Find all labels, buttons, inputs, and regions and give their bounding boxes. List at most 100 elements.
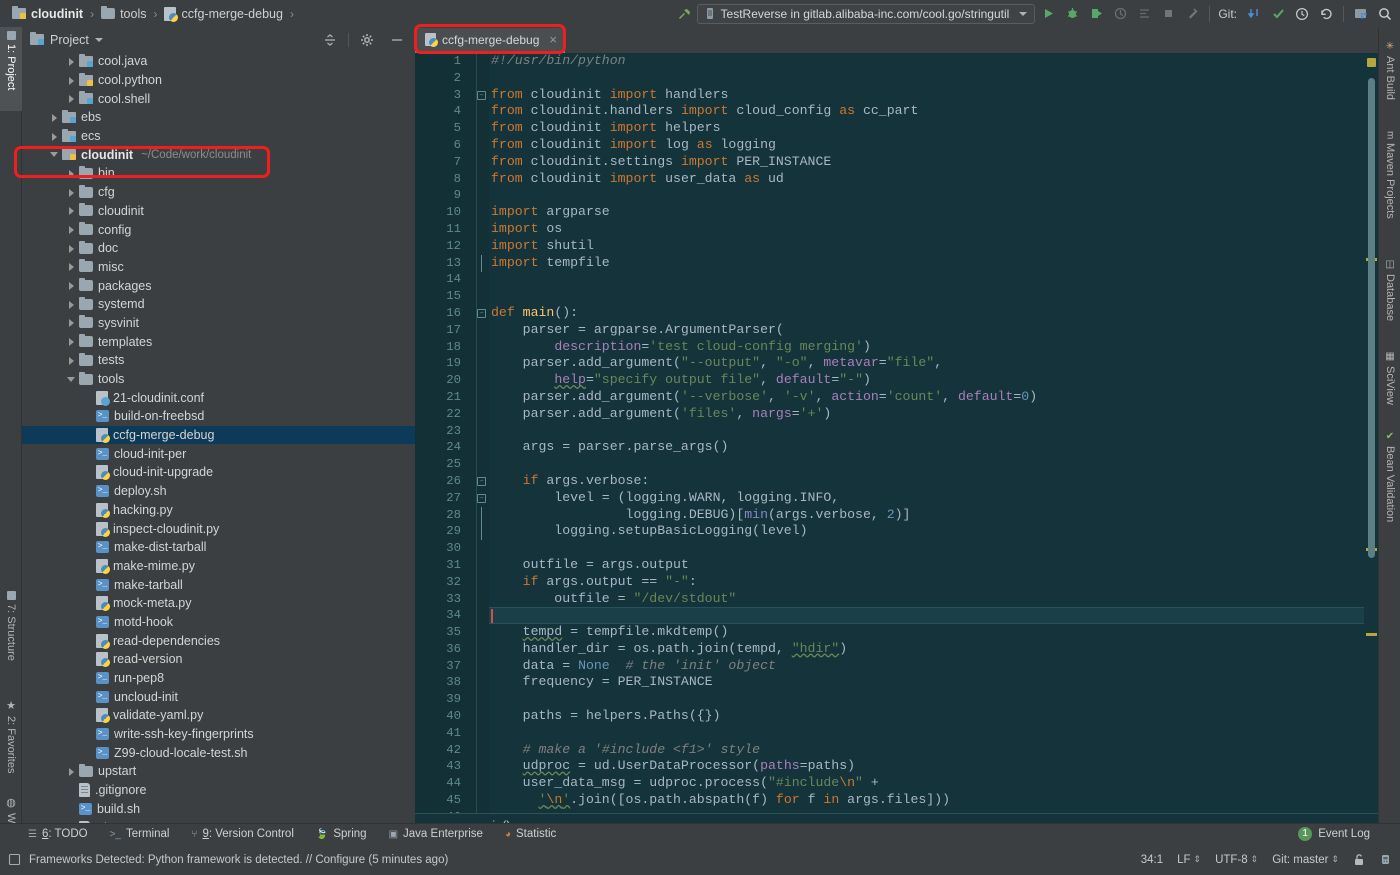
- tree-node-systemd[interactable]: systemd: [22, 295, 415, 314]
- build-hammer-icon[interactable]: [673, 3, 695, 25]
- breadcrumb-item-tools[interactable]: tools: [101, 6, 146, 21]
- tree-node-write-ssh-key-fingerprints[interactable]: >_ write-ssh-key-fingerprints: [22, 725, 415, 744]
- code-line-44[interactable]: 44 user_data_msg = udproc.process("#incl…: [415, 775, 1378, 792]
- tree-node-ebs[interactable]: ebs: [22, 108, 415, 127]
- chevron-right-icon[interactable]: [66, 224, 77, 235]
- fold-collapse-icon[interactable]: –: [477, 476, 486, 486]
- code-line-20[interactable]: 20 help="specify output file", default="…: [415, 372, 1378, 389]
- sidebar-item-sciview[interactable]: ▦ SciView: [1379, 347, 1400, 419]
- code-line-12[interactable]: 12 import shutil: [415, 238, 1378, 255]
- code-line-6[interactable]: 6 from cloudinit import log as logging: [415, 137, 1378, 154]
- bottom-tab-version-control[interactable]: ⑂ 9: Version Control: [191, 828, 293, 840]
- code-line-31[interactable]: 31 outfile = args.output: [415, 557, 1378, 574]
- tree-node-build.sh[interactable]: >_ build.sh: [22, 800, 415, 819]
- chevron-right-icon[interactable]: [66, 261, 77, 272]
- code-line-14[interactable]: 14: [415, 271, 1378, 288]
- code-line-25[interactable]: 25: [415, 456, 1378, 473]
- code-line-39[interactable]: 39: [415, 691, 1378, 708]
- bottom-tab-todo[interactable]: ☰ 6: TODO: [28, 828, 88, 840]
- chevron-right-icon[interactable]: [66, 168, 77, 179]
- code-line-36[interactable]: 36 handler_dir = os.path.join(tempd, "hd…: [415, 641, 1378, 658]
- sidebar-item-project[interactable]: 1: Project: [0, 27, 22, 111]
- tree-node-cloudinit[interactable]: cloudinit: [22, 202, 415, 221]
- chevron-right-icon[interactable]: [66, 280, 77, 291]
- code-line-22[interactable]: 22 parser.add_argument('files', nargs='+…: [415, 406, 1378, 423]
- profile-button[interactable]: [1109, 3, 1131, 25]
- code-line-18[interactable]: 18 description='test cloud-config mergin…: [415, 339, 1378, 356]
- git-branch-widget[interactable]: Git: master ⇕: [1272, 854, 1339, 866]
- tree-node-cloud-init-upgrade[interactable]: cloud-init-upgrade: [22, 463, 415, 482]
- fold-collapse-icon[interactable]: –: [477, 90, 486, 100]
- revert-undo-icon[interactable]: [1315, 3, 1337, 25]
- chevron-right-icon[interactable]: [66, 56, 77, 67]
- tree-node-cool.python[interactable]: cool.python: [22, 71, 415, 90]
- tree-node-templates[interactable]: templates: [22, 332, 415, 351]
- sidebar-item-bean-validation[interactable]: ✔ Bean Validation: [1379, 427, 1400, 537]
- status-message[interactable]: Frameworks Detected: Python framework is…: [29, 854, 448, 866]
- commit-checkmark-icon[interactable]: [1267, 3, 1289, 25]
- inspections-icon[interactable]: [1379, 853, 1392, 866]
- chevron-right-icon[interactable]: [49, 131, 60, 142]
- code-line-29[interactable]: 29 logging.setupBasicLogging(level): [415, 523, 1378, 541]
- code-line-23[interactable]: 23: [415, 423, 1378, 440]
- chevron-down-icon[interactable]: [66, 374, 77, 385]
- code-line-9[interactable]: 9: [415, 187, 1378, 204]
- tree-node-read-version[interactable]: read-version: [22, 650, 415, 669]
- code-line-40[interactable]: 40 paths = helpers.Paths({}): [415, 708, 1378, 725]
- sidebar-item-structure[interactable]: 7: Structure: [0, 587, 22, 683]
- tree-node-validate-yaml.py[interactable]: validate-yaml.py: [22, 706, 415, 725]
- tree-node-tools[interactable]: tools: [22, 370, 415, 389]
- select-in-project-icon[interactable]: [1350, 3, 1372, 25]
- code-line-15[interactable]: 15: [415, 288, 1378, 305]
- tree-node-Z99-cloud-locale-test.sh[interactable]: >_ Z99-cloud-locale-test.sh: [22, 743, 415, 762]
- chevron-down-icon[interactable]: [94, 37, 103, 42]
- tree-node-mock-meta.py[interactable]: mock-meta.py: [22, 594, 415, 613]
- encoding-selector[interactable]: UTF-8 ⇕: [1215, 854, 1258, 866]
- sidebar-item-favorites[interactable]: ★ 2: Favorites: [0, 695, 22, 795]
- unlocked-icon[interactable]: [1353, 853, 1365, 866]
- code-line-16[interactable]: 16 – def main():: [415, 305, 1378, 322]
- update-project-icon[interactable]: [1243, 3, 1265, 25]
- code-line-2[interactable]: 2: [415, 70, 1378, 87]
- code-line-27[interactable]: 27 – level = (logging.WARN, logging.INFO,: [415, 490, 1378, 507]
- tree-node-inspect-cloudinit.py[interactable]: inspect-cloudinit.py: [22, 519, 415, 538]
- code-line-11[interactable]: 11 import os: [415, 221, 1378, 238]
- code-line-13[interactable]: 13 import tempfile: [415, 254, 1378, 272]
- editor-marker-bar[interactable]: [1364, 53, 1378, 813]
- code-line-37[interactable]: 37 data = None # the 'init' object: [415, 658, 1378, 675]
- tree-node-cfg[interactable]: cfg: [22, 183, 415, 202]
- breadcrumb-item-cloudinit[interactable]: cloudinit: [12, 6, 83, 21]
- run-with-coverage-button[interactable]: [1085, 3, 1107, 25]
- run-tests-button[interactable]: [1133, 3, 1155, 25]
- project-tree[interactable]: cool.java cool.python cool.shell ebs ecs clou…: [22, 52, 415, 837]
- tree-node-upstart[interactable]: upstart: [22, 762, 415, 781]
- fold-region-end-icon[interactable]: [477, 523, 486, 541]
- fold-collapse-icon[interactable]: –: [477, 308, 486, 318]
- tree-node-sysvinit[interactable]: sysvinit: [22, 314, 415, 333]
- code-line-3[interactable]: 3 – from cloudinit import handlers: [415, 87, 1378, 104]
- chevron-right-icon[interactable]: [66, 336, 77, 347]
- line-separator-selector[interactable]: LF ⇕: [1177, 854, 1201, 866]
- code-line-21[interactable]: 21 parser.add_argument('--verbose', '-v'…: [415, 389, 1378, 406]
- tree-node-deploy.sh[interactable]: >_ deploy.sh: [22, 482, 415, 501]
- stop-button[interactable]: [1157, 3, 1179, 25]
- chevron-right-icon[interactable]: [66, 93, 77, 104]
- breadcrumb-item-ccfg-merge-debug[interactable]: ccfg-merge-debug: [164, 6, 283, 22]
- tree-node-ccfg-merge-debug[interactable]: ccfg-merge-debug: [22, 425, 415, 445]
- code-line-19[interactable]: 19 parser.add_argument("--output", "-o",…: [415, 355, 1378, 372]
- settings-gear-icon[interactable]: [355, 29, 379, 51]
- inspection-status-marker[interactable]: [1367, 58, 1376, 67]
- bottom-tab-statistic[interactable]: ◕ Statistic: [505, 828, 556, 840]
- code-line-34[interactable]: 34: [415, 607, 1378, 625]
- tree-node-cool.java[interactable]: cool.java: [22, 52, 415, 71]
- code-line-30[interactable]: 30: [415, 540, 1378, 557]
- attach-debugger-icon[interactable]: [1181, 3, 1203, 25]
- debug-button[interactable]: [1061, 3, 1083, 25]
- editor-tab-ccfg-merge-debug[interactable]: ccfg-merge-debug ×: [415, 28, 565, 53]
- tree-node-make-mime.py[interactable]: make-mime.py: [22, 557, 415, 576]
- event-log-button[interactable]: 1 Event Log: [1298, 823, 1370, 844]
- tree-node-make-tarball[interactable]: >_ make-tarball: [22, 575, 415, 594]
- code-line-33[interactable]: 33 outfile = "/dev/stdout": [415, 591, 1378, 608]
- tree-node-motd-hook[interactable]: >_ motd-hook: [22, 613, 415, 632]
- fold-collapse-icon[interactable]: –: [477, 493, 486, 503]
